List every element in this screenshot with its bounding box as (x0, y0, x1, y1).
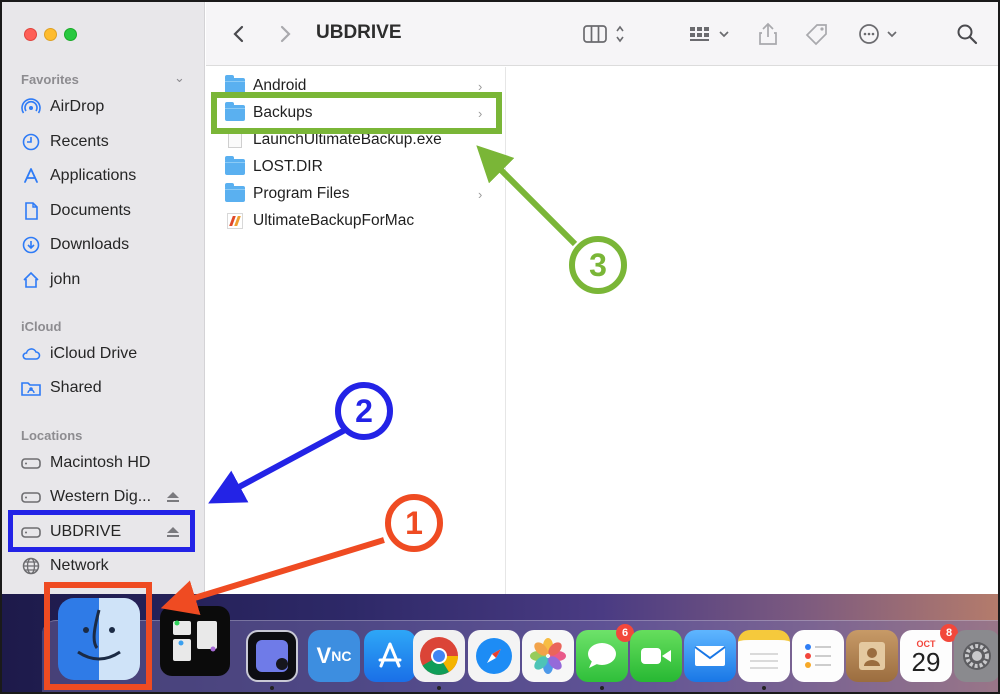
arrow-step3 (476, 145, 578, 247)
arrow-step1 (160, 537, 385, 615)
step-number-2: 2 (335, 382, 393, 440)
highlight-box-step2 (8, 510, 195, 552)
screenshot-frame: Favorites ⌄ AirDrop Recents Applications… (0, 0, 1000, 694)
step-number-1: 1 (385, 494, 443, 552)
highlight-box-step3 (211, 92, 502, 134)
arrow-step2 (208, 427, 347, 504)
step-number-3: 3 (569, 236, 627, 294)
